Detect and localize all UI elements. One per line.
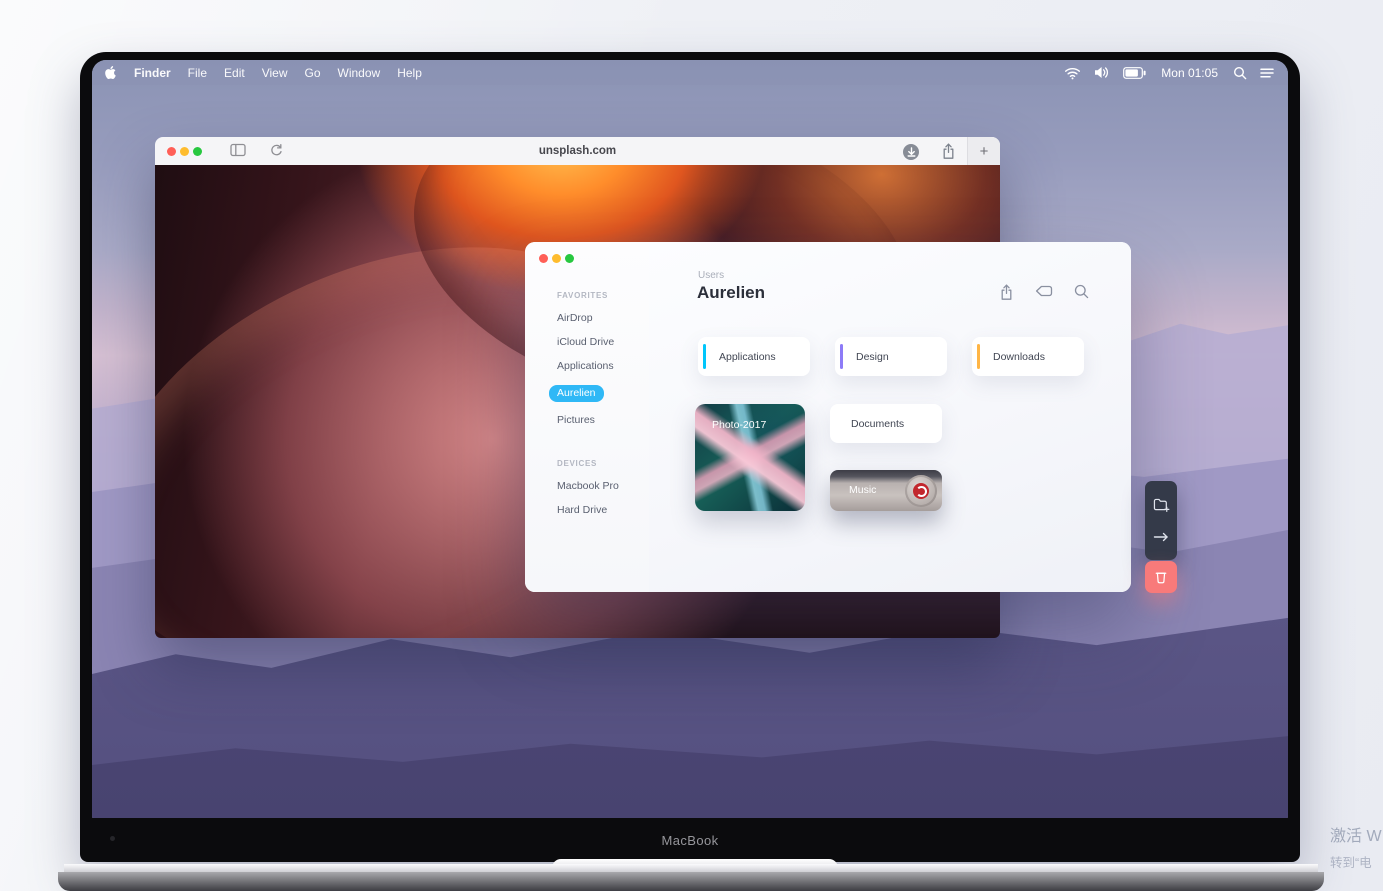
floating-action-bar: [1145, 481, 1177, 560]
folder-card-applications[interactable]: Applications: [698, 337, 810, 376]
close-window-button[interactable]: [539, 254, 548, 263]
zoom-window-button[interactable]: [565, 254, 574, 263]
menu-item-go[interactable]: Go: [305, 66, 321, 80]
new-folder-button[interactable]: [1153, 497, 1170, 513]
laptop-base: [58, 872, 1324, 891]
share-icon[interactable]: [999, 284, 1014, 301]
sidebar-toggle-icon[interactable]: [230, 143, 246, 157]
zoom-window-button[interactable]: [193, 147, 202, 156]
folder-accent: [840, 344, 843, 369]
menu-item-view[interactable]: View: [262, 66, 288, 80]
menu-item-help[interactable]: Help: [397, 66, 422, 80]
spotlight-search-icon[interactable]: [1233, 66, 1247, 80]
wifi-icon[interactable]: [1064, 66, 1081, 80]
folder-card-documents[interactable]: Documents: [830, 404, 942, 443]
battery-icon[interactable]: [1123, 67, 1146, 79]
page-title: Aurelien: [697, 283, 765, 303]
sidebar-item-applications[interactable]: Applications: [557, 361, 649, 372]
menu-item-file[interactable]: File: [188, 66, 207, 80]
tag-icon[interactable]: [1035, 284, 1053, 301]
menu-bar: Finder File Edit View Go Window Help Mon…: [92, 60, 1288, 85]
menu-item-window[interactable]: Window: [338, 66, 381, 80]
share-icon[interactable]: [941, 143, 956, 160]
sidebar-item-pictures[interactable]: Pictures: [557, 415, 649, 426]
desktop-mockup: Finder File Edit View Go Window Help Mon…: [0, 0, 1383, 891]
activation-watermark: 激活 W 转到“电: [1330, 822, 1382, 871]
safari-toolbar: unsplash.com +: [155, 137, 1000, 166]
finder-sidebar: FAVORITES AirDrop iCloud Drive Applicati…: [525, 242, 650, 592]
sidebar-item-aurelien-selected[interactable]: Aurelien: [557, 385, 649, 402]
close-window-button[interactable]: [167, 147, 176, 156]
new-tab-button[interactable]: +: [967, 137, 1000, 166]
folder-card-music[interactable]: Music: [830, 470, 942, 511]
folder-card-downloads[interactable]: Downloads: [972, 337, 1084, 376]
sidebar-item-macbook-pro[interactable]: Macbook Pro: [557, 481, 649, 492]
folder-card-design[interactable]: Design: [835, 337, 947, 376]
search-icon[interactable]: [1074, 284, 1089, 301]
device-label: MacBook: [80, 833, 1300, 848]
folder-card-photo-2017[interactable]: Photo-2017: [695, 404, 805, 511]
downloads-icon[interactable]: [903, 144, 919, 160]
trash-icon: [1154, 569, 1168, 585]
apple-menu-icon[interactable]: [104, 65, 117, 80]
finder-main: Users Aurelien Applications: [649, 242, 1131, 592]
menu-item-edit[interactable]: Edit: [224, 66, 245, 80]
sidebar-item-airdrop[interactable]: AirDrop: [557, 313, 649, 324]
move-forward-button[interactable]: [1153, 530, 1169, 544]
volume-icon[interactable]: [1094, 66, 1110, 79]
finder-window: FAVORITES AirDrop iCloud Drive Applicati…: [525, 242, 1131, 592]
reload-icon[interactable]: [269, 143, 284, 158]
laptop-base-edge: [64, 864, 1318, 872]
menu-clock[interactable]: Mon 01:05: [1161, 66, 1218, 80]
folder-accent: [977, 344, 980, 369]
sidebar-item-hard-drive[interactable]: Hard Drive: [557, 505, 649, 516]
minimize-window-button[interactable]: [552, 254, 561, 263]
menu-app-name[interactable]: Finder: [134, 66, 171, 80]
sidebar-section-favorites: FAVORITES: [557, 291, 649, 300]
beats-logo: [913, 483, 929, 499]
delete-button[interactable]: [1145, 561, 1177, 593]
folder-accent: [703, 344, 706, 369]
address-bar[interactable]: unsplash.com: [539, 137, 616, 165]
sidebar-section-devices: DEVICES: [557, 459, 649, 468]
minimize-window-button[interactable]: [180, 147, 189, 156]
menu-list-icon[interactable]: [1260, 67, 1274, 79]
sidebar-item-icloud-drive[interactable]: iCloud Drive: [557, 337, 649, 348]
breadcrumb: Users: [698, 270, 724, 281]
